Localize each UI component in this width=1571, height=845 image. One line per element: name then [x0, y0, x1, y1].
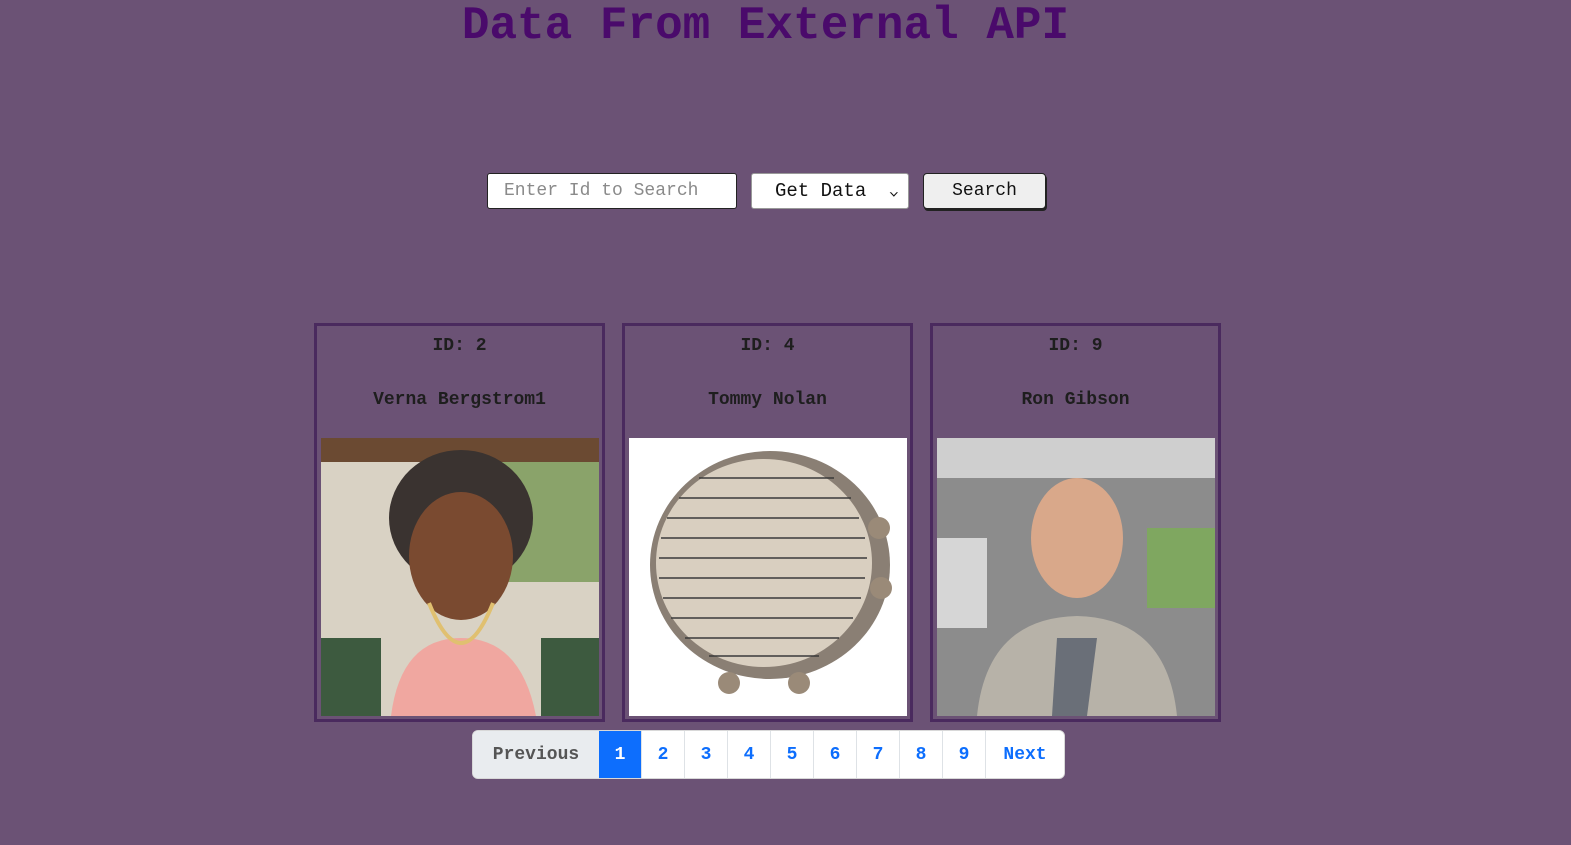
- search-button[interactable]: Search: [923, 173, 1046, 209]
- page-button-2[interactable]: 2: [641, 731, 684, 778]
- page-button-6[interactable]: 6: [813, 731, 856, 778]
- card-list: ID: 2 Verna Bergstrom1 ID: 4 Tommy Nolan: [314, 323, 1221, 722]
- user-card: ID: 9 Ron Gibson: [930, 323, 1221, 722]
- card-id: ID: 4: [740, 336, 795, 356]
- previous-button[interactable]: Previous: [473, 731, 599, 778]
- search-input[interactable]: [487, 173, 737, 209]
- card-name: Verna Bergstrom1: [373, 390, 546, 410]
- search-bar: Get Data ⌄ Search: [487, 173, 1046, 209]
- next-button[interactable]: Next: [985, 731, 1064, 778]
- data-select-value: Get Data: [775, 180, 867, 202]
- card-id: ID: 9: [1048, 336, 1103, 356]
- card-photo: [321, 438, 599, 716]
- page-button-1[interactable]: 1: [599, 731, 641, 778]
- page-button-3[interactable]: 3: [684, 731, 727, 778]
- card-photo: [937, 438, 1215, 716]
- card-id: ID: 2: [432, 336, 487, 356]
- page-button-8[interactable]: 8: [899, 731, 942, 778]
- card-name: Tommy Nolan: [708, 390, 827, 410]
- card-photo: [629, 438, 907, 716]
- data-select[interactable]: Get Data ⌄: [751, 173, 909, 209]
- user-card: ID: 4 Tommy Nolan: [622, 323, 913, 722]
- page-button-7[interactable]: 7: [856, 731, 899, 778]
- page-button-4[interactable]: 4: [727, 731, 770, 778]
- page-button-9[interactable]: 9: [942, 731, 985, 778]
- page-button-5[interactable]: 5: [770, 731, 813, 778]
- user-card: ID: 2 Verna Bergstrom1: [314, 323, 605, 722]
- pagination: Previous 1 2 3 4 5 6 7 8 9 Next: [472, 730, 1065, 779]
- chevron-down-icon: ⌄: [888, 183, 900, 199]
- card-name: Ron Gibson: [1021, 390, 1130, 410]
- page-title: Data From External API: [461, 0, 1070, 52]
